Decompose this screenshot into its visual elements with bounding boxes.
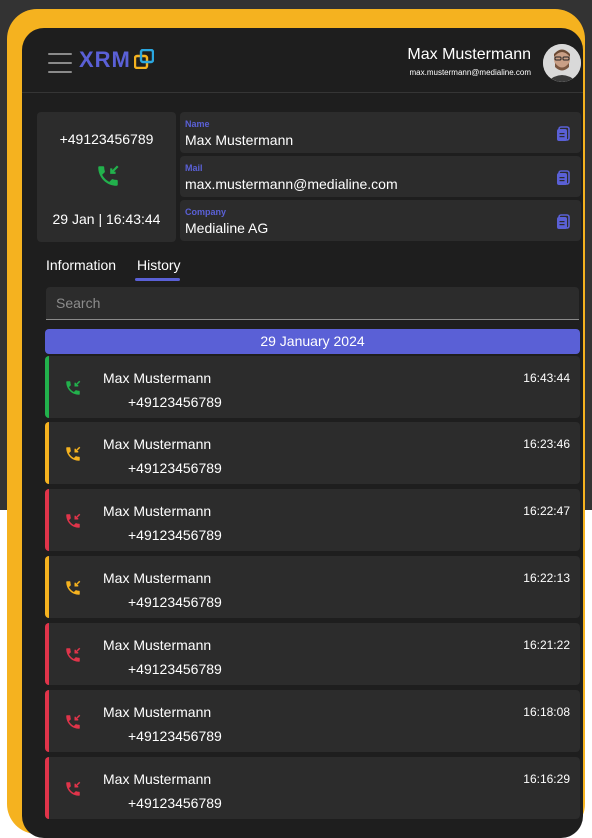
caller-number: +49123456789 (59, 131, 154, 147)
company-field: Company Medialine AG (180, 200, 581, 241)
mail-field: Mail max.mustermann@medialine.com (180, 156, 581, 197)
menu-icon[interactable] (48, 53, 72, 73)
entry-name: Max Mustermann (103, 771, 212, 787)
phone-incoming-icon (66, 380, 81, 395)
search-input[interactable] (46, 287, 579, 320)
entry-name: Max Mustermann (103, 637, 212, 653)
status-stripe (45, 356, 49, 418)
logo-mark-icon (134, 49, 154, 69)
copy-icon[interactable] (556, 170, 570, 186)
history-entry[interactable]: Max Mustermann +49123456789 16:21:22 (45, 623, 580, 685)
entry-number: +49123456789 (128, 795, 222, 811)
entry-name: Max Mustermann (103, 370, 212, 386)
phone-incoming-icon (66, 446, 81, 461)
tab-history[interactable]: History (137, 257, 181, 273)
date-header: 29 January 2024 (45, 329, 580, 354)
header-divider (22, 92, 583, 93)
entry-time: 16:22:47 (523, 504, 570, 518)
entry-time: 16:16:29 (523, 772, 570, 786)
active-tab-indicator (135, 278, 180, 281)
entry-number: +49123456789 (128, 527, 222, 543)
name-value: Max Mustermann (185, 132, 294, 148)
history-entry[interactable]: Max Mustermann +49123456789 16:16:29 (45, 757, 580, 819)
device-frame: XRM Max Mustermann max.mustermann@medial… (7, 9, 585, 838)
name-field: Name Max Mustermann (180, 112, 581, 153)
entry-time: 16:43:44 (523, 371, 570, 385)
history-entry[interactable]: Max Mustermann +49123456789 16:23:46 (45, 422, 580, 484)
avatar[interactable] (543, 44, 581, 82)
history-entry[interactable]: Max Mustermann +49123456789 16:43:44 (45, 356, 580, 418)
entry-name: Max Mustermann (103, 436, 212, 452)
entry-name: Max Mustermann (103, 570, 212, 586)
entry-number: +49123456789 (128, 394, 222, 410)
phone-incoming-icon (66, 580, 81, 595)
entry-time: 16:21:22 (523, 638, 570, 652)
entry-name: Max Mustermann (103, 503, 212, 519)
mail-label: Mail (185, 163, 203, 173)
name-label: Name (185, 119, 210, 129)
history-entry[interactable]: Max Mustermann +49123456789 16:22:47 (45, 489, 580, 551)
entry-time: 16:23:46 (523, 437, 570, 451)
phone-incoming-icon (66, 513, 81, 528)
user-name: Max Mustermann (407, 46, 531, 63)
status-stripe (45, 489, 49, 551)
status-stripe (45, 422, 49, 484)
company-label: Company (185, 207, 227, 217)
user-email: max.mustermann@medialine.com (409, 68, 532, 77)
entry-number: +49123456789 (128, 728, 222, 744)
status-stripe (45, 757, 49, 819)
status-stripe (45, 623, 49, 685)
app-logo: XRM (79, 47, 131, 72)
caller-datetime: 29 Jan | 16:43:44 (52, 211, 161, 227)
history-entry[interactable]: Max Mustermann +49123456789 16:22:13 (45, 556, 580, 618)
mail-value: max.mustermann@medialine.com (185, 176, 398, 192)
tab-information[interactable]: Information (46, 257, 116, 273)
phone-incoming-icon (98, 165, 119, 186)
company-value: Medialine AG (185, 220, 269, 236)
status-stripe (45, 556, 49, 618)
entry-number: +49123456789 (128, 594, 222, 610)
status-stripe (45, 690, 49, 752)
history-entry[interactable]: Max Mustermann +49123456789 16:18:08 (45, 690, 580, 752)
entry-name: Max Mustermann (103, 704, 212, 720)
caller-card: +49123456789 29 Jan | 16:43:44 (37, 112, 176, 242)
phone-incoming-icon (66, 647, 81, 662)
phone-incoming-icon (66, 781, 81, 796)
phone-incoming-icon (66, 714, 81, 729)
copy-icon[interactable] (556, 126, 570, 142)
entry-number: +49123456789 (128, 661, 222, 677)
entry-time: 16:18:08 (523, 705, 570, 719)
app-screen: XRM Max Mustermann max.mustermann@medial… (22, 28, 583, 838)
entry-time: 16:22:13 (523, 571, 570, 585)
entry-number: +49123456789 (128, 460, 222, 476)
copy-icon[interactable] (556, 214, 570, 230)
